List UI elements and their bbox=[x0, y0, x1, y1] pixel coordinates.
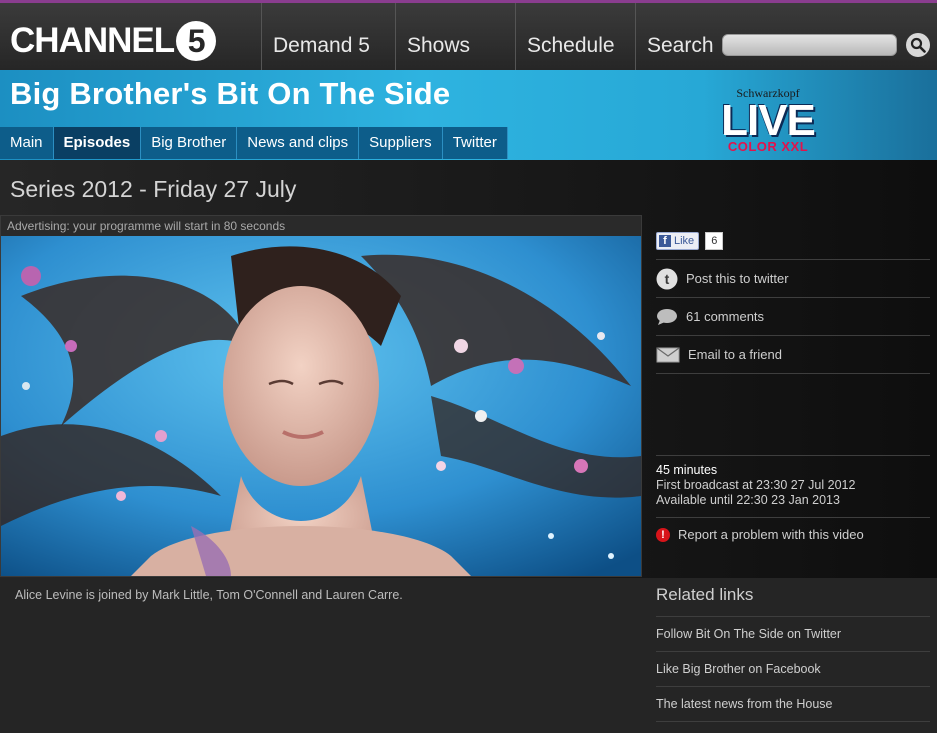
twitter-label: Post this to twitter bbox=[686, 271, 789, 286]
top-navigation: CHANNEL 5 Demand 5 Shows Schedule Search bbox=[0, 0, 937, 70]
search-icon bbox=[910, 37, 926, 53]
available-until: Available until 22:30 23 Jan 2013 bbox=[656, 493, 840, 507]
video-player[interactable]: Advertising: your programme will start i… bbox=[0, 215, 642, 577]
episode-info: 45 minutes First broadcast at 23:30 27 J… bbox=[656, 455, 930, 517]
subnav-suppliers[interactable]: Suppliers bbox=[359, 127, 443, 159]
sponsor-banner[interactable]: Schwarzkopf LIVE COLOR XXL bbox=[708, 72, 828, 158]
related-links-heading: Related links bbox=[656, 585, 754, 604]
subnav-big-brother[interactable]: Big Brother bbox=[141, 127, 238, 159]
nav-schedule[interactable]: Schedule bbox=[515, 3, 636, 70]
related-link-facebook[interactable]: Like Big Brother on Facebook bbox=[656, 651, 930, 686]
divider bbox=[656, 721, 930, 722]
show-banner: Big Brother's Bit On The Side Main Episo… bbox=[0, 70, 937, 160]
divider bbox=[656, 373, 930, 374]
subnav-twitter[interactable]: Twitter bbox=[442, 127, 508, 159]
subnav-episodes[interactable]: Episodes bbox=[53, 127, 142, 159]
twitter-icon: t bbox=[656, 268, 678, 289]
svg-text:t: t bbox=[665, 271, 670, 287]
search-input[interactable] bbox=[722, 34, 897, 56]
comments-label: 61 comments bbox=[686, 309, 765, 324]
subnav-news-and-clips[interactable]: News and clips bbox=[237, 127, 360, 159]
comments-link[interactable]: 61 comments bbox=[656, 297, 930, 335]
show-subnav: Main Episodes Big Brother News and clips… bbox=[0, 127, 508, 159]
facebook-like[interactable]: f Like 6 bbox=[656, 232, 724, 250]
email-label: Email to a friend bbox=[688, 347, 782, 362]
nav-demand5[interactable]: Demand 5 bbox=[261, 3, 396, 70]
comment-bubble-icon bbox=[657, 308, 677, 325]
report-problem-link[interactable]: ! Report a problem with this video bbox=[656, 517, 930, 551]
subnav-main[interactable]: Main bbox=[0, 127, 54, 159]
facebook-like-label: Like bbox=[674, 235, 695, 247]
episode-duration: 45 minutes bbox=[656, 463, 718, 477]
search-button[interactable] bbox=[906, 33, 930, 57]
show-title: Big Brother's Bit On The Side bbox=[10, 76, 451, 111]
sponsor-headline: LIVE bbox=[721, 96, 816, 145]
envelope-icon bbox=[656, 347, 680, 362]
facebook-like-count: 6 bbox=[705, 232, 724, 250]
related-link-house-news[interactable]: The latest news from the House bbox=[656, 686, 930, 721]
ad-notice: Advertising: your programme will start i… bbox=[1, 216, 641, 236]
email-friend-link[interactable]: Email to a friend bbox=[656, 335, 930, 373]
logo-text: CHANNEL bbox=[10, 21, 175, 60]
related-link-twitter[interactable]: Follow Bit On The Side on Twitter bbox=[656, 616, 930, 651]
nav-shows[interactable]: Shows bbox=[395, 3, 516, 70]
logo-five-circle: 5 bbox=[176, 21, 217, 61]
channel5-logo[interactable]: CHANNEL 5 bbox=[10, 21, 217, 61]
post-to-twitter[interactable]: t Post this to twitter bbox=[656, 259, 930, 297]
alert-icon: ! bbox=[656, 527, 670, 542]
facebook-like-button[interactable]: f Like bbox=[656, 232, 700, 250]
video-frame bbox=[1, 236, 641, 576]
report-label: Report a problem with this video bbox=[678, 527, 864, 542]
episode-title: Series 2012 - Friday 27 July bbox=[10, 176, 297, 202]
first-broadcast: First broadcast at 23:30 27 Jul 2012 bbox=[656, 478, 856, 492]
episode-description: Alice Levine is joined by Mark Little, T… bbox=[15, 588, 403, 602]
facebook-icon: f bbox=[659, 235, 671, 247]
